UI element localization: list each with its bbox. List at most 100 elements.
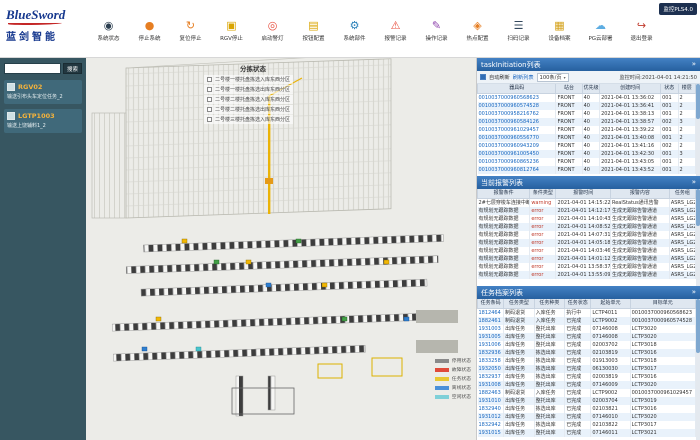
checkbox-icon[interactable] [207,107,212,112]
scrollbar-thumb[interactable] [696,189,700,226]
table-row[interactable]: 1882463制码退货入库任务已完成LCTP900200100370009610… [478,389,696,397]
sort-zone-row[interactable]: 二号楼三楼托盘拣选入库东西分区 [204,115,293,124]
column-header[interactable]: 报警条件 [478,189,530,199]
table-row[interactable]: 0010037000960865236FRONT402021-04-01 13:… [478,158,696,166]
device-search-input[interactable] [4,63,61,74]
legend-item: 故障状态 [435,366,471,373]
task-panel-title[interactable]: taskInitiation列表 » [477,58,700,71]
table-row[interactable]: 1832936出库任务拣选出库已完成02103819LCTP3016 [478,349,696,357]
toolbar-item-pg-cloud-deploy[interactable]: ☁ PG云部署 [580,19,621,42]
table-row[interactable]: 0010037000961029457FRONT402021-04-01 13:… [478,126,696,134]
table-row[interactable]: 0010037000960584126FRONT402021-04-01 13:… [478,118,696,126]
toolbar-item-reset-stop[interactable]: ↻ 复位停止 [170,19,211,42]
table-row[interactable]: 有规划无跟踪数据error2021-04-01 14:10:43生成无跟踪告警通… [478,215,696,223]
table-row[interactable]: 1832942出库任务拣选出库已完成02103822LCTP3017 [478,421,696,429]
warehouse-3d-viewport[interactable]: 分拣状态 二号楼一楼托盘拣选入库东西分区 二号楼一楼托盘拣选出库东西分区 二号楼… [86,58,476,440]
toolbar-item-operation-log[interactable]: ✎ 操作记录 [416,19,457,42]
table-row[interactable]: 1932050出库任务拣选出库已完成06130030LCTP3017 [478,365,696,373]
table-row[interactable]: 1812464制码退货入库任务执行中LCTP401100100370009605… [478,309,696,318]
toolbar-item-system-status[interactable]: ◉ 系统状态 [88,19,129,42]
table-row[interactable]: 有规划无跟踪数据error2021-04-01 14:08:52生成无跟踪告警通… [478,223,696,231]
table-row[interactable]: 0010037000960574528FRONT402021-04-01 13:… [478,102,696,110]
table-row[interactable]: 0010037000960943209FRONT402021-04-01 13:… [478,142,696,150]
table-row[interactable]: 1832940出库任务拣选出库已完成02103821LCTP3016 [478,405,696,413]
column-header[interactable]: 报警时间 [556,189,611,199]
table-row[interactable]: 有规划无跟踪数据error2021-04-01 13:58:37生成无跟踪告警通… [478,263,696,271]
scrollbar[interactable] [696,84,700,176]
column-header[interactable]: 状态 [661,84,678,94]
collapse-icon[interactable]: » [692,176,696,189]
table-row[interactable]: 0010037000961005450FRONT402021-04-01 13:… [478,150,696,158]
column-header[interactable]: 目标单元 [630,299,695,309]
table-row[interactable]: 0010037000960556770FRONT402021-04-01 13:… [478,134,696,142]
column-header[interactable]: 优先级 [582,84,599,94]
column-header[interactable]: 器具码 [478,84,556,94]
table-row[interactable]: 1931005出库任务整托出库已完成07146008LCTP3020 [478,333,696,341]
toolbar-item-system-parts[interactable]: ⚙ 系统部件 [334,19,375,42]
table-row[interactable]: 有规划无跟踪数据error2021-04-01 14:12:17生成无跟踪告警通… [478,207,696,215]
table-cell: 已完成 [565,429,591,437]
sort-zone-row[interactable]: 二号楼二楼托盘拣选入库东西分区 [204,95,293,104]
sort-zone-row[interactable]: 二号楼一楼托盘拣选入库东西分区 [204,75,293,84]
column-header[interactable]: 条件类型 [530,189,556,199]
toolbar-item-hotspot-config[interactable]: ◈ 热点配置 [457,19,498,42]
table-row[interactable]: 1882461制码退货入库任务已完成LCTP900200100370009605… [478,317,696,325]
device-item[interactable]: LGTP1003 输送上饶辅料1_2 [4,109,82,133]
checkbox-icon[interactable] [207,117,212,122]
collapse-icon[interactable]: » [692,286,696,299]
column-header[interactable]: 站台 [556,84,582,94]
collapse-icon[interactable]: » [692,58,696,71]
checkbox-icon[interactable] [207,97,212,102]
toolbar-item-logout[interactable]: ↪ 退出登录 [621,19,662,42]
column-header[interactable]: 创建时间 [600,84,661,94]
alarm-panel-title[interactable]: 当前报警列表 » [477,176,700,189]
table-row[interactable]: 0010037000960568623FRONT402021-04-01 13:… [478,94,696,103]
column-header[interactable]: 任务种类 [534,299,565,309]
column-header[interactable]: 报警内容 [610,189,669,199]
table-row[interactable]: 1931003出库任务整托出库已完成07146008LCTP3020 [478,325,696,333]
sort-zone-row[interactable]: 二号楼一楼托盘拣选出库东西分区 [204,85,293,94]
toolbar-item-rgv-stop[interactable]: ▣ RGV停止 [211,19,252,42]
archive-panel-title[interactable]: 任务档案列表 » [477,286,700,299]
device-search-button[interactable]: 搜索 [63,63,82,74]
column-header[interactable]: 起始单元 [591,299,630,309]
scrollbar-thumb[interactable] [696,299,700,353]
table-row[interactable]: 有规划无跟踪数据error2021-04-01 14:03:46生成无跟踪告警通… [478,247,696,255]
auto-refresh-checkbox[interactable] [480,74,486,80]
table-row[interactable]: 1931006出库任务整托出库已完成02003702LCTP3018 [478,341,696,349]
toolbar-item-button-config[interactable]: ▤ 按钮配置 [293,19,334,42]
table-row[interactable]: 1931015出库任务整托出库已完成07146011LCTP3021 [478,429,696,437]
table-row[interactable]: 2#七层穿梭车连接中断warning2021-04-01 14:15:22Rea… [478,199,696,208]
checkbox-icon[interactable] [207,77,212,82]
column-header[interactable]: 楼层 [678,84,695,94]
toolbar-item-alarm-log[interactable]: ⚠ 报警记录 [375,19,416,42]
column-header[interactable]: 任务状态 [565,299,591,309]
table-row[interactable]: 1931010出库任务整托出库已完成02003704LCTP3019 [478,397,696,405]
device-item[interactable]: RGV02 输送引布头车定位任务_2 [4,80,82,104]
sort-zone-row[interactable]: 二号楼二楼托盘拣选出库东西分区 [204,105,293,114]
scrollbar[interactable] [696,299,700,440]
toolbar-item-warning-light[interactable]: ◎ 启动警灯 [252,19,293,42]
table-row[interactable]: 1931008出库任务整托出库已完成07146009LCTP3020 [478,381,696,389]
table-row[interactable]: 有规划无跟踪数据error2021-04-01 14:05:18生成无跟踪告警通… [478,239,696,247]
table-row[interactable]: 有规划无跟踪数据error2021-04-01 13:55:09生成无跟踪告警通… [478,271,696,279]
toolbar-item-scan-log[interactable]: ☰ 扫码记录 [498,19,539,42]
scrollbar[interactable] [696,189,700,286]
table-row[interactable]: 0010037000958216762FRONT402021-04-01 13:… [478,110,696,118]
table-row[interactable]: 0010037000960812764FRONT402021-04-01 13:… [478,166,696,174]
refresh-list-button[interactable]: 刷新列表 [513,74,534,81]
column-header[interactable]: 任务条码 [478,299,504,309]
checkbox-icon[interactable] [207,87,212,92]
table-row[interactable]: 1931012出库任务整托出库已完成07146010LCTP3020 [478,413,696,421]
table-row[interactable]: 1833258出库任务拣选出库已完成01913003LCTP3018 [478,357,696,365]
page-size-select[interactable]: 100条/页 ▾ [537,73,569,82]
scrollbar-thumb[interactable] [696,84,700,119]
table-cell: 出库任务 [504,341,535,349]
column-header[interactable]: 任务类型 [504,299,535,309]
column-header[interactable]: 任务组 [669,189,695,199]
toolbar-item-stop-system[interactable]: ● 停止系统 [129,19,170,42]
table-row[interactable]: 有规划无跟踪数据error2021-04-01 14:01:12生成无跟踪告警通… [478,255,696,263]
table-row[interactable]: 1832937出库任务拣选出库已完成02003819LCTP3016 [478,373,696,381]
toolbar-item-device-archive[interactable]: ▦ 设备档案 [539,19,580,42]
table-row[interactable]: 有规划无跟踪数据error2021-04-01 14:07:31生成无跟踪告警通… [478,231,696,239]
